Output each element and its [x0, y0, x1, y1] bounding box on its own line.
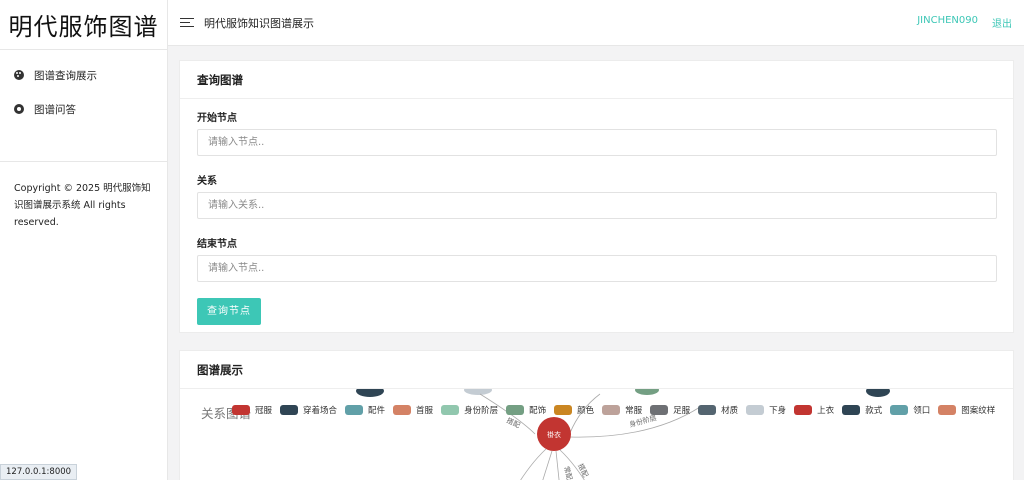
graph-card-title: 图谱展示: [180, 351, 1013, 389]
query-node-button[interactable]: 查询节点: [197, 298, 261, 325]
legend-label: 常服: [625, 406, 643, 416]
legend-label: 首服: [416, 406, 434, 416]
legend-label: 上衣: [817, 406, 835, 416]
sidebar-item-graph-qa[interactable]: 图谱问答: [0, 92, 167, 126]
graph-card: 图谱展示 搭配 身份阶层 常配 搭配 褂衣 关系图谱 冠服穿着场合配件首服: [179, 350, 1014, 480]
legend-label: 足服: [673, 406, 691, 416]
graph-canvas[interactable]: 搭配 身份阶层 常配 搭配 褂衣 关系图谱 冠服 穿着场合 配件 首服 身份阶层 配饰 颜色…: [180, 389, 1013, 480]
legend-item[interactable]: 配件: [345, 404, 385, 416]
graph-edge-label: 搭配: [576, 462, 590, 478]
legend-swatch: [393, 405, 412, 415]
legend-swatch: [602, 405, 621, 415]
compass-icon: [14, 104, 24, 114]
legend-item[interactable]: 图案纹样: [938, 404, 995, 416]
graph-legend: 冠服 穿着场合 配件 首服 身份阶层 配饰 颜色 常服 足服 材质 下身 上衣 款式 领口 图案纹样: [232, 404, 1003, 416]
legend-swatch: [842, 405, 861, 415]
query-card: 查询图谱 开始节点 关系 结束节点 查询节点: [179, 60, 1014, 333]
copyright-text: Copyright © 2025 明代服饰知识图谱展示系统 All rights…: [14, 183, 151, 228]
graph-node-center-label: 褂衣: [547, 430, 561, 439]
page-title: 明代服饰知识图谱展示: [204, 16, 314, 30]
legend-swatch: [441, 405, 460, 415]
legend-swatch: [280, 405, 299, 415]
legend-item[interactable]: 足服: [650, 404, 690, 416]
legend-item[interactable]: 颜色: [554, 404, 594, 416]
legend-item[interactable]: 冠服: [232, 404, 272, 416]
legend-swatch: [698, 405, 717, 415]
legend-label: 下身: [769, 406, 787, 416]
relation-input[interactable]: [197, 192, 997, 219]
legend-swatch: [232, 405, 250, 415]
graph-node-partial[interactable]: [635, 389, 659, 395]
graph-edge-label: 搭配: [505, 416, 521, 430]
sidebar-item-label: 图谱问答: [34, 103, 76, 116]
legend-label: 配件: [368, 406, 386, 416]
browser-status-url: 127.0.0.1:8000: [0, 464, 78, 480]
legend-label: 配饰: [529, 406, 547, 416]
legend-item[interactable]: 下身: [746, 404, 786, 416]
legend-swatch: [890, 405, 909, 415]
graph-node-partial[interactable]: [866, 389, 890, 397]
legend-label: 身份阶层: [464, 406, 499, 416]
legend-item[interactable]: 领口: [890, 404, 930, 416]
legend-swatch: [746, 405, 765, 415]
legend-swatch: [938, 405, 957, 415]
palette-icon: [14, 70, 24, 80]
end-node-input[interactable]: [197, 255, 997, 282]
legend-label: 款式: [865, 406, 883, 416]
graph-node-partial[interactable]: [356, 389, 384, 397]
user-area: JINCHEN090 退出: [917, 15, 1024, 30]
legend-item[interactable]: 上衣: [794, 404, 834, 416]
legend-label: 穿着场合: [303, 406, 338, 416]
sidebar-nav: 图谱查询展示 图谱问答: [0, 50, 167, 126]
sidebar-item-graph-query[interactable]: 图谱查询展示: [0, 58, 167, 92]
brand-logo[interactable]: 明代服饰图谱: [0, 0, 167, 50]
legend-item[interactable]: 款式: [842, 404, 882, 416]
legend-item[interactable]: 材质: [698, 404, 738, 416]
legend-item[interactable]: 穿着场合: [280, 404, 337, 416]
username-link[interactable]: JINCHEN090: [917, 15, 978, 30]
sidebar: 明代服饰图谱 图谱查询展示 图谱问答 Copyright © 2025 明代服饰…: [0, 0, 168, 480]
graph-edge-label: 常配: [562, 465, 574, 480]
query-form: 开始节点 关系 结束节点 查询节点: [180, 99, 1013, 325]
relation-label: 关系: [197, 176, 217, 187]
legend-swatch: [794, 405, 813, 415]
graph-edge: [555, 450, 560, 480]
graph-node-partial[interactable]: [464, 389, 492, 395]
legend-label: 颜色: [577, 406, 595, 416]
legend-label: 冠服: [255, 406, 273, 416]
menu-toggle-icon[interactable]: [180, 17, 194, 28]
legend-label: 图案纹样: [961, 406, 996, 416]
legend-item[interactable]: 身份阶层: [441, 404, 498, 416]
legend-item[interactable]: 常服: [602, 404, 642, 416]
graph-svg: 搭配 身份阶层 常配 搭配 褂衣: [356, 389, 890, 480]
sidebar-item-label: 图谱查询展示: [34, 69, 97, 82]
legend-swatch: [554, 405, 573, 415]
start-node-input[interactable]: [197, 129, 997, 156]
logout-link[interactable]: 退出: [992, 15, 1012, 30]
legend-label: 领口: [913, 406, 931, 416]
query-card-title: 查询图谱: [180, 61, 1013, 99]
graph-edge: [520, 448, 547, 480]
end-node-label: 结束节点: [197, 239, 237, 250]
legend-swatch: [650, 405, 669, 415]
legend-label: 材质: [721, 406, 739, 416]
top-navbar: 明代服饰知识图谱展示 JINCHEN090 退出: [168, 0, 1024, 46]
legend-swatch: [345, 405, 364, 415]
start-node-label: 开始节点: [197, 113, 237, 124]
legend-swatch: [506, 405, 525, 415]
graph-edge: [542, 450, 553, 480]
legend-item[interactable]: 首服: [393, 404, 433, 416]
legend-item[interactable]: 配饰: [506, 404, 546, 416]
